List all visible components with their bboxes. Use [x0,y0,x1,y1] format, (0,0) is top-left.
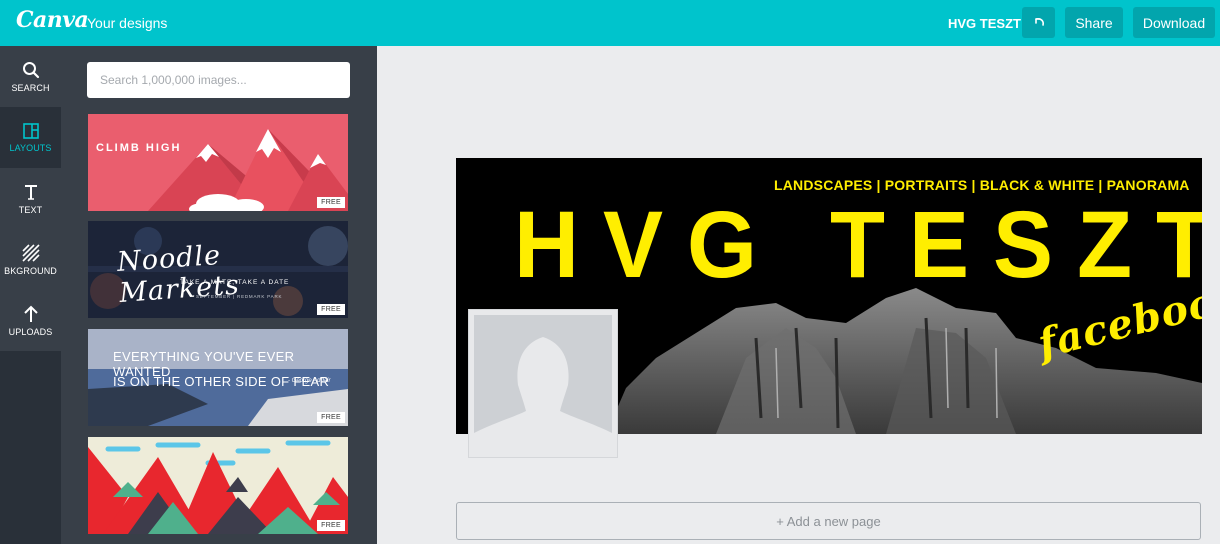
nav-background-label: BKGROUND [4,265,57,276]
nav-uploads-label: UPLOADS [8,326,53,337]
layout-thumb-quote[interactable]: EVERYTHING YOU'VE EVER WANTED IS ON THE … [88,329,348,426]
layout-thumb-climb-high[interactable]: CLIMB HIGH FREE [88,114,348,211]
layouts-panel: CLIMB HIGH FREE Noodle Markets TAKE A MA… [61,46,377,544]
top-bar: Canva Your designs HVG TESZT Share Downl… [0,0,1220,46]
canva-logo[interactable]: Canva [16,7,89,33]
left-nav: SEARCH LAYOUTS TEXT BKGROUND UPLOADS [0,46,61,544]
layout-icon [22,122,39,139]
add-new-page-button[interactable]: + Add a new page [456,502,1201,540]
search-icon [22,61,39,78]
free-badge: FREE [317,197,345,208]
layout-thumb-text: CLIMB HIGH [96,142,182,154]
layout-thumb-subtext: TAKE A MATE, TAKE A DATE [180,279,290,286]
image-search-input[interactable] [87,62,350,98]
nav-text[interactable]: TEXT [0,168,61,229]
undo-icon [1034,17,1044,26]
free-badge: FREE [317,412,345,423]
free-badge: FREE [317,520,345,531]
layout-thumb-noodle-markets[interactable]: Noodle Markets TAKE A MATE, TAKE A DATE … [88,221,348,318]
canvas-tagline[interactable]: LANDSCAPES | PORTRAITS | BLACK & WHITE |… [774,177,1190,193]
free-badge: FREE [317,304,345,315]
your-designs-link[interactable]: Your designs [87,15,167,31]
layout-thumb-subtext-2: SEPTEMBER | REDMARK PARK [196,294,283,299]
undo-button[interactable] [1022,7,1055,38]
download-button[interactable]: Download [1133,7,1215,38]
nav-uploads[interactable]: UPLOADS [0,290,61,351]
nav-text-label: TEXT [18,204,43,215]
nav-layouts[interactable]: LAYOUTS [0,107,61,168]
text-icon [24,184,37,200]
nav-search-label: SEARCH [11,82,50,93]
profile-picture-frame [474,315,612,452]
person-silhouette-icon [474,337,612,452]
canvas-scrollbar[interactable] [1212,46,1220,544]
profile-picture-placeholder[interactable] [468,309,618,458]
nav-layouts-label: LAYOUTS [9,142,52,153]
nav-background[interactable]: BKGROUND [0,229,61,290]
upload-arrow-icon [23,305,38,322]
share-button[interactable]: Share [1065,7,1123,38]
layout-thumb-mountains-pattern[interactable]: FREE [88,437,348,534]
design-title[interactable]: HVG TESZT [948,16,1021,31]
canvas-title[interactable]: HVG TESZT [514,198,1202,293]
pattern-illustration [88,437,348,534]
mountain-illustration [148,129,348,211]
background-icon [21,243,40,262]
layout-thumb-author: - George Addair [288,378,331,384]
nav-search[interactable]: SEARCH [0,46,61,107]
